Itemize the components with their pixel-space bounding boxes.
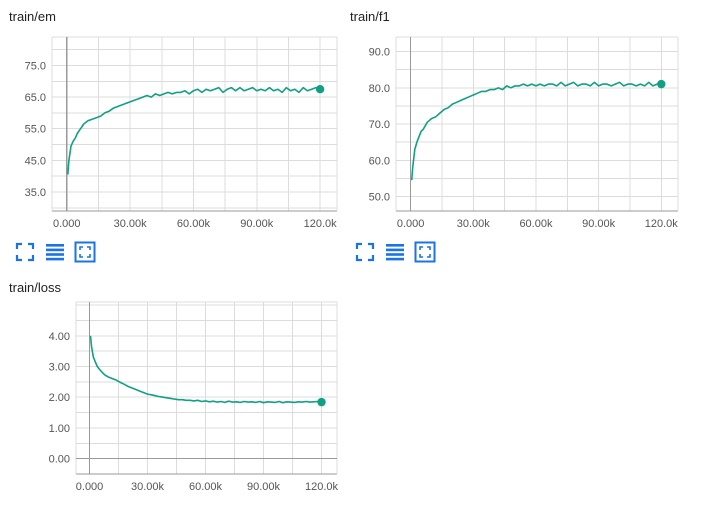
series-line[interactable] [410,81,662,181]
y-tick-label: 4.00 [49,331,70,343]
y-tick-label: 45.0 [25,155,46,167]
toggle-log-scale-icon[interactable] [384,241,406,263]
x-tick-label: 60.00k [519,218,553,230]
x-tick-label: 30.00k [457,218,491,230]
y-tick-label: 70.0 [369,119,390,131]
y-tick-label: 65.0 [25,92,46,104]
x-tick-label: 0.000 [53,218,81,230]
y-tick-label: 0.00 [49,454,70,466]
chart-toolbar [14,241,104,263]
x-tick-label: 30.00k [114,218,148,230]
x-tick-label: 120.0k [304,218,338,230]
x-tick-label: 30.00k [131,481,165,493]
y-tick-label: 50.0 [369,192,390,204]
chart-card-train-loss: train/loss 0.00 1.00 2.00 3.00 4.00 0.000 30.0… [0,272,345,506]
fit-domain-icon[interactable] [354,241,376,263]
x-tick-label: 120.0k [305,481,339,493]
x-tick-label: 60.00k [189,481,223,493]
x-tick-label: 90.00k [582,218,616,230]
chart-card-train-em: train/em 35.0 45.0 55.0 65.0 75.0 0.000 30.00k… [0,0,345,265]
chart-toolbar [354,241,444,263]
series-end-marker[interactable] [317,397,326,407]
y-tick-label: 55.0 [25,124,46,136]
line-chart-train-f1[interactable]: 50.0 60.0 70.0 80.0 90.0 0.000 30.00k 60.00k 90.… [350,0,695,240]
expand-chart-icon[interactable] [74,241,96,263]
y-tick-label: 80.0 [369,83,390,95]
y-tick-label: 60.0 [369,155,390,167]
x-tick-label: 0.000 [76,481,104,493]
y-tick-label: 1.00 [49,423,70,435]
toggle-log-scale-icon[interactable] [44,241,66,263]
fit-domain-icon[interactable] [14,241,36,263]
x-tick-label: 120.0k [645,218,679,230]
x-tick-label: 60.00k [177,218,211,230]
x-tick-label: 90.00k [240,218,274,230]
x-tick-label: 90.00k [247,481,281,493]
y-tick-label: 75.0 [25,60,46,72]
y-tick-label: 2.00 [49,392,70,404]
expand-chart-icon[interactable] [414,241,436,263]
line-chart-train-em[interactable]: 35.0 45.0 55.0 65.0 75.0 0.000 30.00k 60.00k 90.… [0,0,345,240]
chart-card-train-f1: train/f1 50.0 60.0 70.0 80.0 90.0 0.000 30.00k… [350,0,695,265]
series-end-marker[interactable] [657,79,666,89]
x-tick-label: 0.000 [397,218,425,230]
line-chart-train-loss[interactable]: 0.00 1.00 2.00 3.00 4.00 0.000 30.00k 60.00k 90.… [0,272,345,506]
series-end-marker[interactable] [315,85,325,94]
y-tick-label: 35.0 [25,187,46,199]
series-line[interactable] [67,86,321,175]
y-tick-label: 90.0 [369,47,390,59]
y-tick-label: 3.00 [49,362,70,374]
